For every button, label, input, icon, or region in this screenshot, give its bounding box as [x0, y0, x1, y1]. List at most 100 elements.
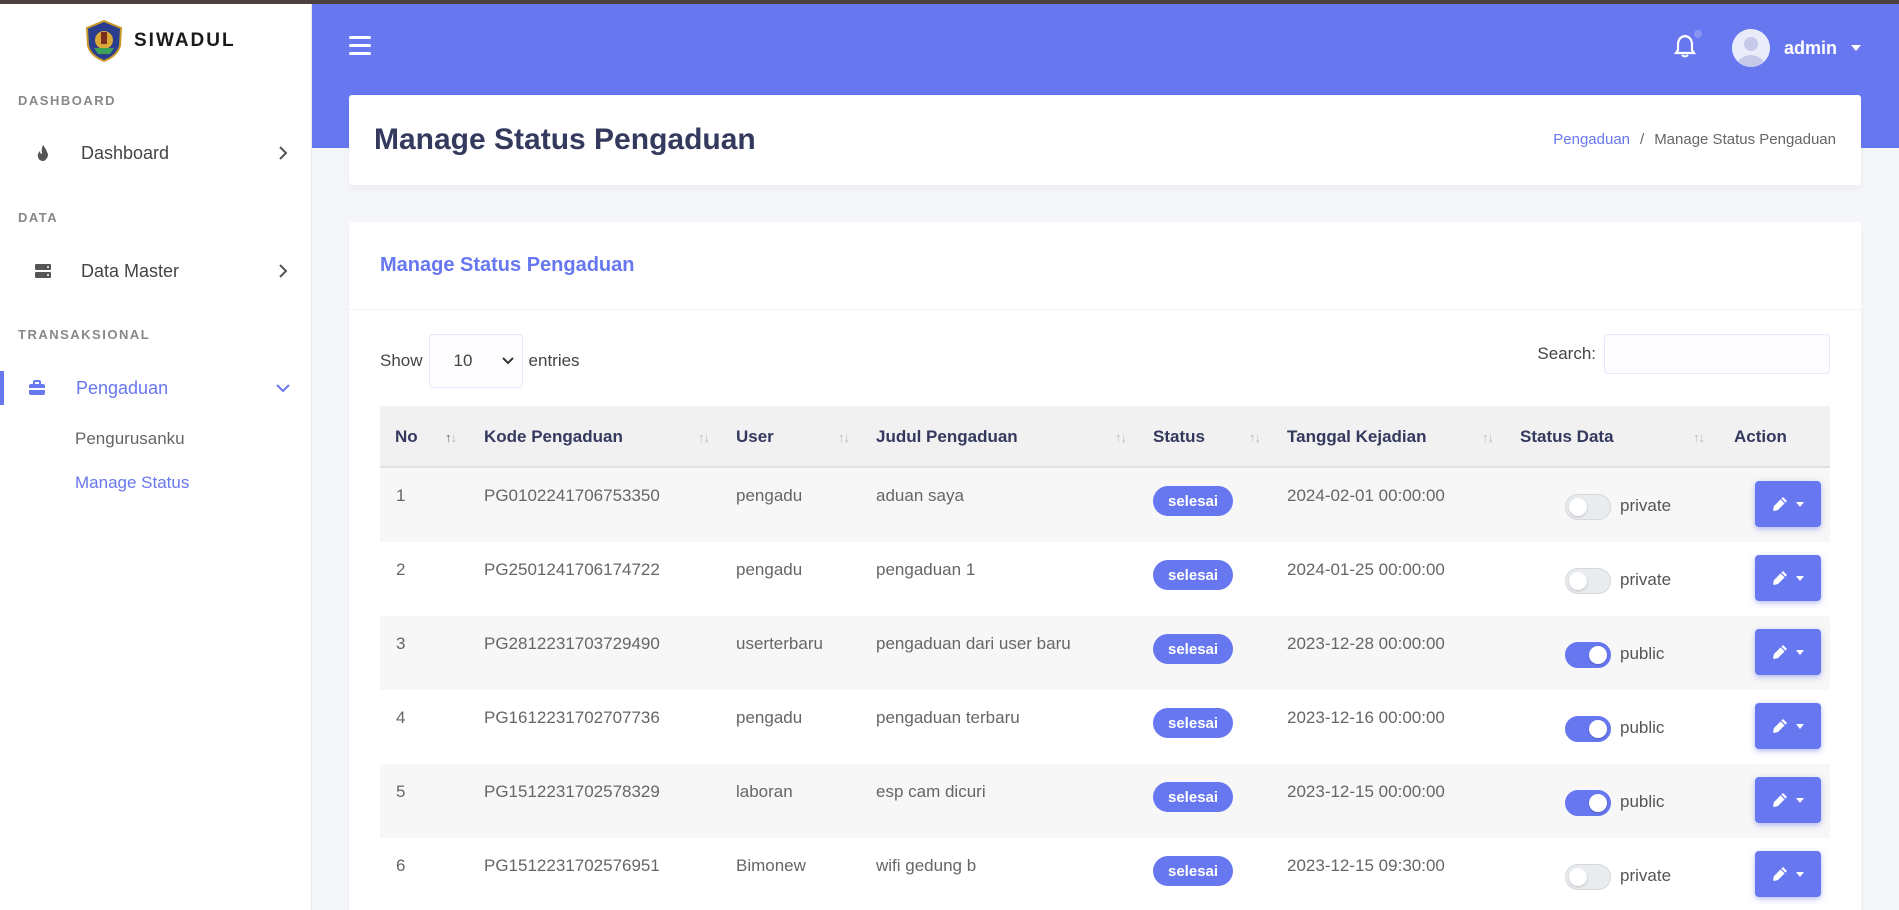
cell-tanggal: 2023-12-15 00:00:00 [1287, 782, 1445, 801]
caret-down-icon [1796, 723, 1804, 729]
brand[interactable]: SIWADUL [84, 20, 236, 62]
cell-kode: PG1612231702707736 [484, 708, 660, 727]
cell-no: 2 [396, 560, 406, 579]
column-header-tanggal[interactable]: Tanggal Kejadian [1287, 406, 1427, 468]
search-input[interactable] [1604, 334, 1830, 374]
cell-kode: PG2812231703729490 [484, 634, 660, 653]
cell-tanggal: 2024-02-01 00:00:00 [1287, 486, 1445, 505]
sidebar-item-dashboard[interactable]: Dashboard [0, 128, 312, 178]
cell-tanggal: 2023-12-16 00:00:00 [1287, 708, 1445, 727]
table-search: Search: [1537, 334, 1830, 374]
chevron-down-icon [276, 384, 290, 393]
status-data-label: private [1620, 496, 1672, 515]
caret-down-icon [1796, 649, 1804, 655]
cell-user: pengadu [736, 560, 803, 579]
cell-user: userterbaru [736, 634, 823, 653]
brand-name: SIWADUL [134, 30, 236, 51]
cell-user: laboran [736, 782, 793, 801]
pencil-icon [1773, 645, 1787, 659]
sort-asc-icon: ↑↓ [445, 430, 457, 445]
chevron-down-icon [501, 357, 514, 365]
cell-no: 6 [396, 856, 406, 875]
pencil-icon [1773, 497, 1787, 511]
cell-judul: aduan saya [876, 486, 964, 505]
status-data-label: public [1620, 644, 1665, 663]
action-dropdown-button[interactable] [1755, 851, 1821, 897]
entries-label: entries [528, 351, 580, 370]
status-badge: selesai [1153, 486, 1234, 516]
sort-icon: ↑↓ [1249, 430, 1261, 445]
submenu-item-pengurusanku[interactable]: Pengurusanku [75, 429, 185, 449]
server-icon [34, 262, 52, 280]
column-header-status-data[interactable]: Status Data [1520, 406, 1614, 468]
status-data-toggle[interactable] [1565, 494, 1611, 520]
pencil-icon [1773, 571, 1787, 585]
table-row: 6 PG1512231702576951 Bimonew wifi gedung… [380, 838, 1830, 910]
status-data-toggle[interactable] [1565, 864, 1611, 890]
status-data-label: public [1620, 718, 1665, 737]
status-data-toggle[interactable] [1565, 790, 1611, 816]
top-border [0, 0, 1899, 4]
status-data-label: public [1620, 792, 1665, 811]
cell-judul: pengaduan terbaru [876, 708, 1020, 727]
column-header-status[interactable]: Status [1153, 406, 1205, 468]
card-header: Manage Status Pengaduan [349, 222, 1861, 310]
sort-icon: ↑↓ [1693, 430, 1705, 445]
pencil-icon [1773, 719, 1787, 733]
column-header-action: Action [1734, 427, 1787, 446]
action-dropdown-button[interactable] [1755, 703, 1821, 749]
action-dropdown-button[interactable] [1755, 481, 1821, 527]
cell-judul: pengaduan dari user baru [876, 634, 1071, 653]
cell-judul: esp cam dicuri [876, 782, 986, 801]
avatar [1732, 29, 1770, 67]
bell-icon[interactable] [1672, 33, 1698, 59]
sort-icon: ↑↓ [698, 430, 710, 445]
cell-user: pengadu [736, 708, 803, 727]
table-header: No ↑↓ Kode Pengaduan ↑↓ User ↑↓ Judul Pe… [380, 406, 1830, 468]
page-title: Manage Status Pengaduan [374, 123, 756, 156]
chevron-right-icon [279, 264, 288, 278]
sort-icon: ↑↓ [838, 430, 850, 445]
breadcrumb: Pengaduan / Manage Status Pengaduan [1553, 131, 1836, 148]
cell-user: pengadu [736, 486, 803, 505]
fire-icon [34, 144, 52, 162]
user-menu[interactable]: admin [1732, 29, 1862, 67]
status-data-label: private [1620, 570, 1672, 589]
cell-judul: wifi gedung b [876, 856, 977, 875]
brand-logo-icon [85, 20, 123, 62]
action-dropdown-button[interactable] [1755, 629, 1821, 675]
status-data-toggle[interactable] [1565, 716, 1611, 742]
section-header: Manage Status Pengaduan Pengaduan / Mana… [349, 95, 1861, 185]
breadcrumb-separator: / [1640, 131, 1645, 148]
action-dropdown-button[interactable] [1755, 555, 1821, 601]
status-data-toggle[interactable] [1565, 568, 1611, 594]
column-header-kode[interactable]: Kode Pengaduan [484, 406, 623, 468]
menu-header-data: DATA [18, 210, 59, 225]
cell-kode: PG1512231702576951 [484, 856, 660, 875]
cell-tanggal: 2023-12-28 00:00:00 [1287, 634, 1445, 653]
cell-no: 5 [396, 782, 406, 801]
menu-header-dashboard: DASHBOARD [18, 93, 116, 108]
caret-down-icon [1851, 45, 1862, 51]
sidebar-item-pengaduan[interactable]: Pengaduan [0, 363, 312, 413]
search-label: Search: [1537, 344, 1596, 363]
caret-down-icon [1796, 871, 1804, 877]
sort-icon: ↑↓ [1115, 430, 1127, 445]
status-badge: selesai [1153, 856, 1234, 886]
table-row: 3 PG2812231703729490 userterbaru pengadu… [380, 616, 1830, 690]
column-header-user[interactable]: User [736, 406, 774, 468]
table-body: 1 PG0102241706753350 pengadu aduan saya … [380, 468, 1830, 910]
caret-down-icon [1796, 501, 1804, 507]
briefcase-icon [28, 379, 46, 397]
status-data-toggle[interactable] [1565, 642, 1611, 668]
entries-length: Show 10 entries [380, 334, 580, 388]
column-header-judul[interactable]: Judul Pengaduan [876, 406, 1018, 468]
breadcrumb-link-pengaduan[interactable]: Pengaduan [1553, 131, 1630, 148]
submenu-item-manage-status[interactable]: Manage Status [75, 473, 189, 493]
sidebar-item-data-master[interactable]: Data Master [0, 246, 312, 296]
cell-tanggal: 2023-12-15 09:30:00 [1287, 856, 1445, 875]
hamburger-icon[interactable] [349, 36, 371, 56]
column-header-no[interactable]: No [395, 406, 418, 468]
entries-select[interactable]: 10 [428, 334, 523, 388]
action-dropdown-button[interactable] [1755, 777, 1821, 823]
